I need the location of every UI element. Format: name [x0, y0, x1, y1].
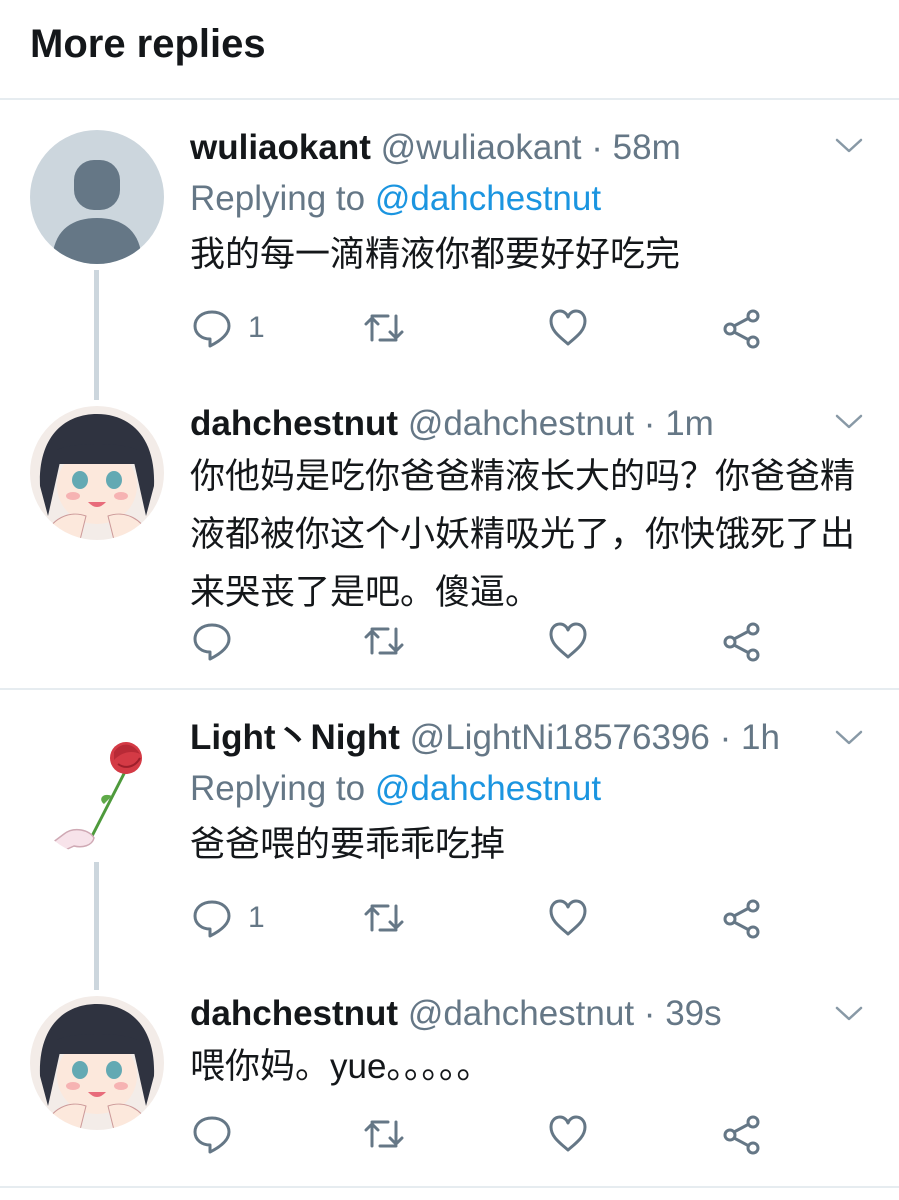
handle[interactable]: @LightNi18576396 [410, 718, 710, 757]
retweet-icon [364, 904, 404, 932]
reply-icon [193, 1116, 231, 1154]
handle[interactable]: @dahchestnut [408, 994, 634, 1033]
tweet[interactable]: wuliaokant @wuliaokant · 58m Replying to… [0, 100, 899, 400]
timestamp[interactable]: 1m [665, 404, 714, 443]
tweet[interactable]: dahchestnut @dahchestnut · 1m 你他妈是吃你爸爸精液… [0, 390, 899, 690]
share-icon [723, 899, 760, 939]
thread-line [94, 862, 99, 990]
share-icon [723, 309, 760, 349]
tweet-text: 你他妈是吃你爸爸精液长大的吗？你爸爸精液都被你这个小妖精吸光了，你快饿死了出来哭… [190, 457, 856, 612]
avatar[interactable] [30, 996, 164, 1130]
reply-button[interactable] [190, 1110, 248, 1158]
retweet-button[interactable] [362, 617, 406, 665]
display-name[interactable]: dahchestnut [190, 404, 398, 443]
retweet-button[interactable] [362, 304, 406, 352]
tweet[interactable]: dahchestnut @dahchestnut · 39s 喂你妈。yue。。… [0, 982, 899, 1200]
reply-icon [193, 310, 231, 348]
replying-mention[interactable]: @dahchestnut [375, 769, 601, 808]
share-button[interactable] [720, 894, 764, 942]
rose-avatar-icon [30, 722, 164, 856]
like-button[interactable] [546, 617, 590, 665]
share-icon [723, 622, 760, 662]
separator: · [591, 128, 603, 167]
divider [0, 688, 899, 690]
like-button[interactable] [546, 1110, 590, 1158]
avatar[interactable] [30, 130, 164, 264]
like-button[interactable] [546, 894, 590, 942]
thread-line [94, 270, 99, 400]
timestamp[interactable]: 39s [665, 994, 721, 1033]
display-name[interactable]: wuliaokant [190, 128, 371, 167]
separator: · [643, 994, 656, 1033]
like-button[interactable] [546, 304, 590, 352]
page-header: More replies [0, 0, 899, 100]
replying-label: Replying to [190, 769, 366, 808]
tweet-text: 爸爸喂的要乖乖吃掉 [190, 825, 506, 864]
reply-count: 1 [248, 901, 265, 934]
page-title: More replies [30, 21, 266, 66]
reply-count: 1 [248, 311, 265, 344]
chevron-down-icon[interactable] [834, 728, 864, 748]
retweet-icon [364, 314, 404, 342]
retweet-icon [364, 627, 404, 655]
handle[interactable]: @wuliaokant [381, 128, 582, 167]
avatar[interactable] [30, 406, 164, 540]
anime-girl-avatar-icon [30, 996, 164, 1130]
default-avatar-icon [30, 130, 164, 264]
avatar[interactable] [30, 722, 164, 856]
retweet-icon [364, 1120, 404, 1148]
handle[interactable]: @dahchestnut [408, 404, 634, 443]
reply-button[interactable]: 1 [190, 304, 265, 352]
replying-label: Replying to [190, 179, 366, 218]
tweet-text: 我的每一滴精液你都要好好吃完 [190, 235, 681, 274]
anime-girl-avatar-icon [30, 406, 164, 540]
share-icon [723, 1115, 760, 1155]
chevron-down-icon[interactable] [834, 1004, 864, 1024]
timestamp[interactable]: 1h [741, 718, 780, 757]
separator: · [719, 718, 732, 757]
display-name[interactable]: Light丶Night [190, 718, 400, 757]
reply-icon [193, 900, 231, 938]
retweet-button[interactable] [362, 894, 406, 942]
share-button[interactable] [720, 304, 764, 352]
reply-button[interactable] [190, 617, 248, 665]
tweet-text: 喂你妈。yue。。。。。 [190, 1047, 492, 1086]
like-icon [549, 899, 587, 936]
reply-icon [193, 623, 231, 661]
chevron-down-icon[interactable] [834, 136, 864, 156]
chevron-down-icon[interactable] [834, 412, 864, 432]
separator: · [643, 404, 656, 443]
like-icon [549, 622, 587, 659]
tweet[interactable]: Light丶Night @LightNi18576396 · 1h Replyi… [0, 692, 899, 990]
divider [0, 1186, 899, 1188]
like-icon [549, 309, 587, 346]
reply-button[interactable]: 1 [190, 894, 265, 942]
replying-mention[interactable]: @dahchestnut [375, 179, 601, 218]
share-button[interactable] [720, 1110, 764, 1158]
retweet-button[interactable] [362, 1110, 406, 1158]
display-name[interactable]: dahchestnut [190, 994, 398, 1033]
share-button[interactable] [720, 617, 764, 665]
timestamp[interactable]: 58m [613, 128, 681, 167]
like-icon [549, 1115, 587, 1152]
